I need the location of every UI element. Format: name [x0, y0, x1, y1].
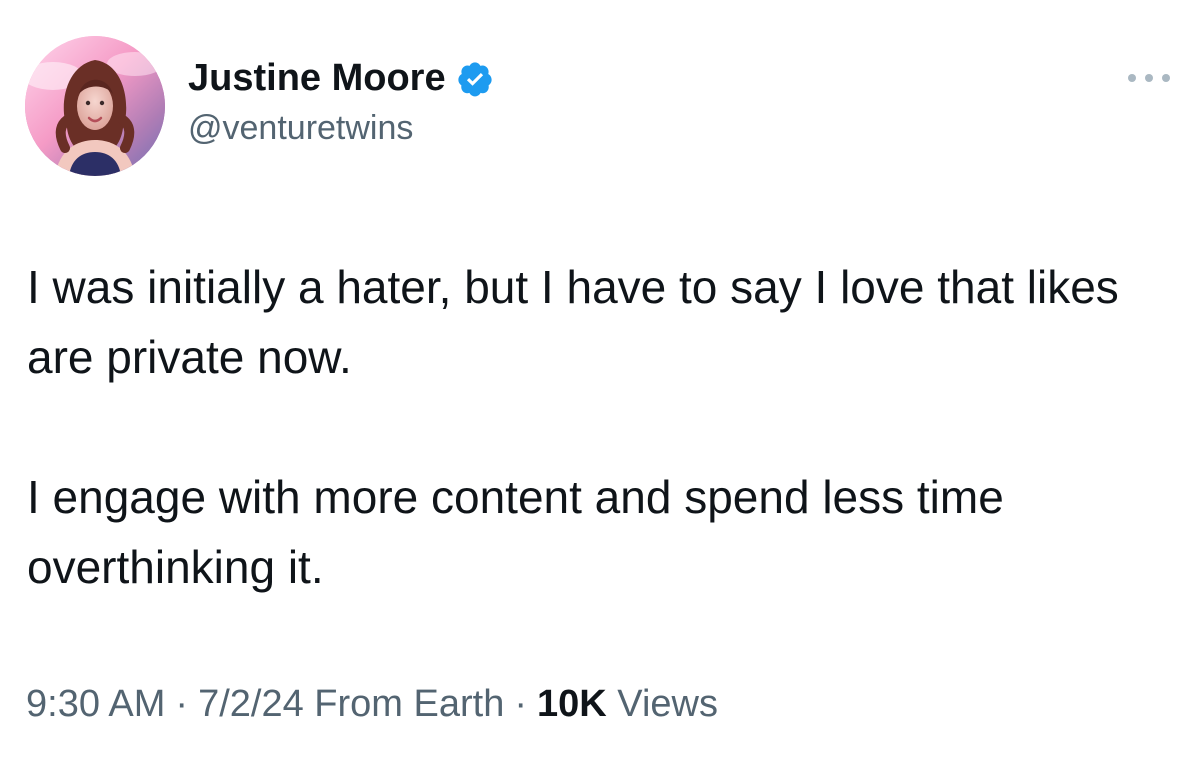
views-label: Views [617, 683, 718, 725]
more-dot-icon [1162, 74, 1170, 82]
meta-separator: · [175, 683, 189, 725]
tweet-source: From Earth [314, 683, 505, 725]
author-display-name[interactable]: Justine Moore [188, 59, 446, 97]
author-handle[interactable]: @venturetwins [188, 111, 413, 145]
tweet-card: Justine Moore @venturetwins I was initia… [0, 0, 1200, 766]
tweet-time[interactable]: 9:30 AM [26, 683, 165, 725]
more-dot-icon [1145, 74, 1153, 82]
author-name-row: Justine Moore [188, 52, 494, 104]
tweet-paragraph: I engage with more content and spend les… [27, 471, 1004, 593]
views-count[interactable]: 10K [537, 683, 607, 725]
more-dot-icon [1128, 74, 1136, 82]
tweet-text: I was initially a hater, but I have to s… [27, 252, 1167, 602]
avatar-image [25, 36, 165, 176]
more-options-button[interactable] [1128, 70, 1170, 86]
verified-badge-icon [456, 60, 494, 98]
avatar[interactable] [25, 36, 165, 176]
tweet-paragraph: I was initially a hater, but I have to s… [27, 261, 1119, 383]
tweet-meta: 9:30 AM · 7/2/24 From Earth · 10K Views [26, 680, 718, 728]
tweet-date[interactable]: 7/2/24 [198, 683, 304, 725]
meta-separator: · [514, 683, 527, 725]
